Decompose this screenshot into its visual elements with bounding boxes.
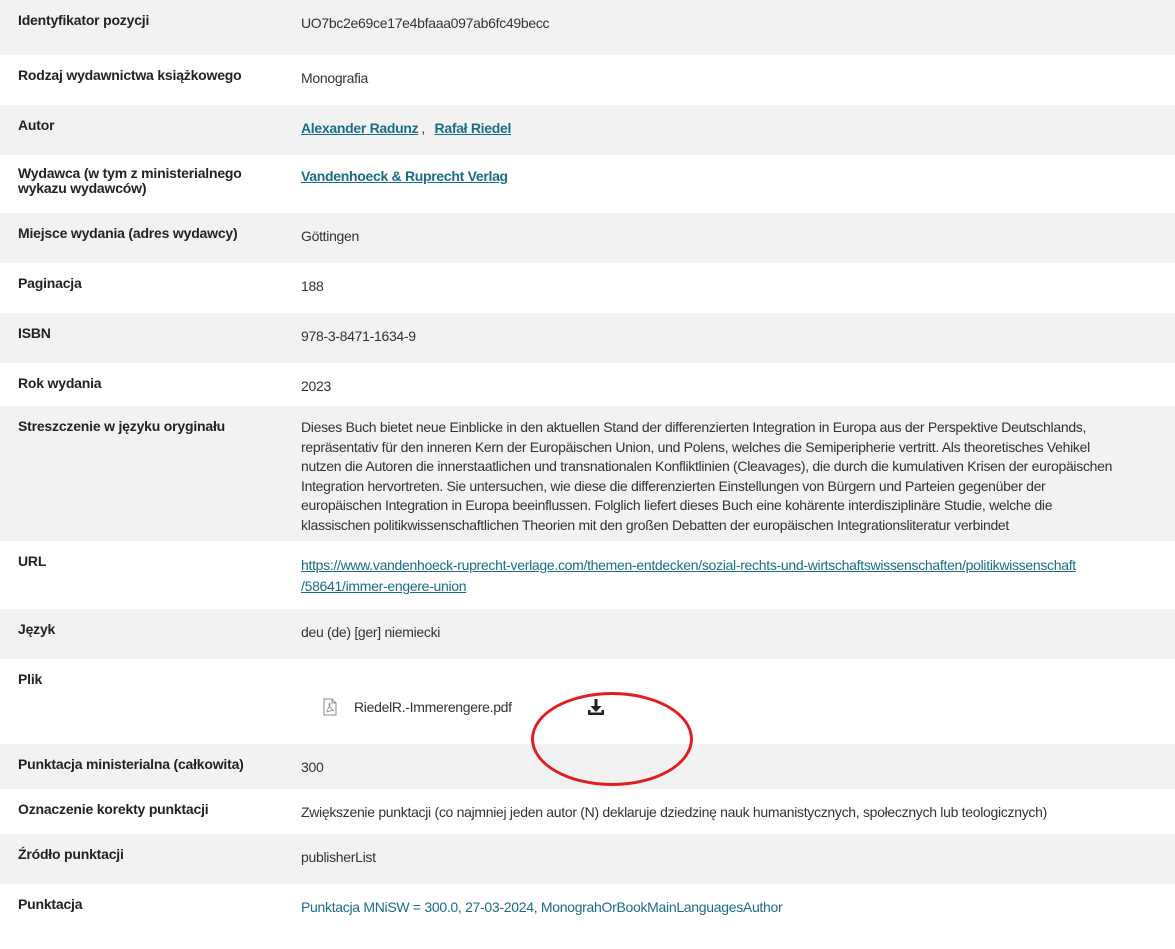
row-value: Zwiększenie punktacji (co najmniej jeden… [301, 804, 1047, 820]
row-value: Monografia [301, 70, 369, 86]
row-label: Rok wydania [18, 375, 102, 391]
row-place: Miejsce wydania (adres wydawcy) Göttinge… [0, 213, 1175, 263]
url-line: https://www.vandenhoeck-ruprecht-verlage… [301, 557, 1076, 573]
row-language: Język deu (de) [ger] niemiecki [0, 609, 1175, 659]
row-label: Plik [18, 671, 43, 687]
author-link-1[interactable]: Alexander Radunz [301, 120, 419, 136]
row-label: Streszczenie w języku oryginału [18, 418, 225, 434]
row-ministerial-score: Punktacja ministerialna (całkowita) 300 [0, 744, 1175, 789]
file-entry: RiedelR.-Immerengere.pdf [301, 697, 1175, 717]
row-value: deu (de) [ger] niemiecki [301, 624, 441, 640]
row-score-correction: Oznaczenie korekty punktacji Zwiększenie… [0, 789, 1175, 834]
row-score-source: Źródło punktacji publisherList [0, 834, 1175, 884]
abstract-line: europäischen Integration in Europa beein… [301, 497, 1053, 514]
row-value: 978-3-8471-1634-9 [301, 328, 416, 344]
publication-details-table: Identyfikator pozycji UO7bc2e69ce17e4bfa… [0, 0, 1175, 949]
row-label: Oznaczenie korekty punktacji [18, 801, 209, 817]
row-value: RiedelR.-Immerengere.pdf [282, 659, 1175, 717]
row-label: ISBN [18, 325, 51, 341]
row-value: publisherList [301, 849, 376, 865]
file-name-link[interactable]: RiedelR.-Immerengere.pdf [354, 698, 512, 717]
row-label: Punktacja ministerialna (całkowita) [18, 756, 244, 772]
row-author: Autor Alexander Radunz, Rafał Riedel [0, 105, 1175, 155]
abstract-line: Integration hervortreten. Sie untersuche… [301, 477, 1046, 494]
row-value: Vandenhoeck & Ruprecht Verlag [282, 155, 1175, 186]
row-value: Göttingen [301, 228, 360, 244]
author-link-2[interactable]: Rafał Riedel [435, 120, 512, 136]
row-isbn: ISBN 978-3-8471-1634-9 [0, 313, 1175, 363]
abstract-line: repräsentativ für den inneren Kern der E… [301, 438, 1090, 455]
row-identifier: Identyfikator pozycji UO7bc2e69ce17e4bfa… [0, 0, 1175, 55]
row-label: Język [18, 621, 56, 637]
row-label: URL [18, 553, 47, 569]
row-publication-type: Rodzaj wydawnictwa książkowego Monografi… [0, 55, 1175, 105]
url-line: /58641/immer-engere-union [301, 578, 467, 594]
pdf-icon [323, 698, 337, 716]
row-label: Wydawca (w tym z ministerialnego wykazu … [18, 165, 242, 196]
row-year: Rok wydania 2023 [0, 363, 1175, 406]
row-value: 300 [301, 759, 324, 775]
row-value: Alexander Radunz, Rafał Riedel [282, 105, 1175, 138]
row-publisher: Wydawca (w tym z ministerialnego wykazu … [0, 155, 1175, 213]
download-icon[interactable] [586, 697, 606, 717]
row-score: Punktacja Punktacja MNiSW = 300.0, 27-03… [0, 884, 1175, 949]
row-label: Źródło punktacji [18, 846, 124, 862]
row-file: Plik RiedelR.-Immerengere.pdf [0, 659, 1175, 744]
row-url: URL https://www.vandenhoeck-ruprecht-ver… [0, 541, 1175, 609]
row-value: 188 [301, 278, 324, 294]
publisher-link[interactable]: Vandenhoeck & Ruprecht Verlag [301, 168, 508, 184]
author-separator: , [421, 120, 425, 136]
row-label: Punktacja [18, 896, 83, 912]
row-label: Paginacja [18, 275, 82, 291]
url-link[interactable]: https://www.vandenhoeck-ruprecht-verlage… [301, 557, 1076, 594]
row-label: Rodzaj wydawnictwa książkowego [18, 67, 242, 83]
abstract-text: Dieses Buch bietet neue Einblicke in den… [282, 406, 1175, 536]
row-value: 2023 [301, 378, 331, 394]
row-value: Punktacja MNiSW = 300.0, 27-03-2024, Mon… [282, 884, 1175, 917]
abstract-line: nutzen die Autoren die innerstaatlichen … [301, 458, 1113, 475]
row-value: UO7bc2e69ce17e4bfaaa097ab6fc49becc [301, 15, 550, 31]
row-value: https://www.vandenhoeck-ruprecht-verlage… [282, 541, 1175, 597]
abstract-line: Dieses Buch bietet neue Einblicke in den… [301, 419, 1087, 435]
row-label: Autor [18, 117, 55, 133]
row-pagination: Paginacja 188 [0, 263, 1175, 313]
abstract-line: klassischen politikwissenschaftlichen Th… [301, 516, 1010, 533]
score-link[interactable]: Punktacja MNiSW = 300.0, 27-03-2024, Mon… [301, 899, 783, 915]
row-label: Miejsce wydania (adres wydawcy) [18, 225, 238, 241]
row-abstract: Streszczenie w języku oryginału Dieses B… [0, 406, 1175, 541]
row-label: Identyfikator pozycji [18, 12, 150, 28]
